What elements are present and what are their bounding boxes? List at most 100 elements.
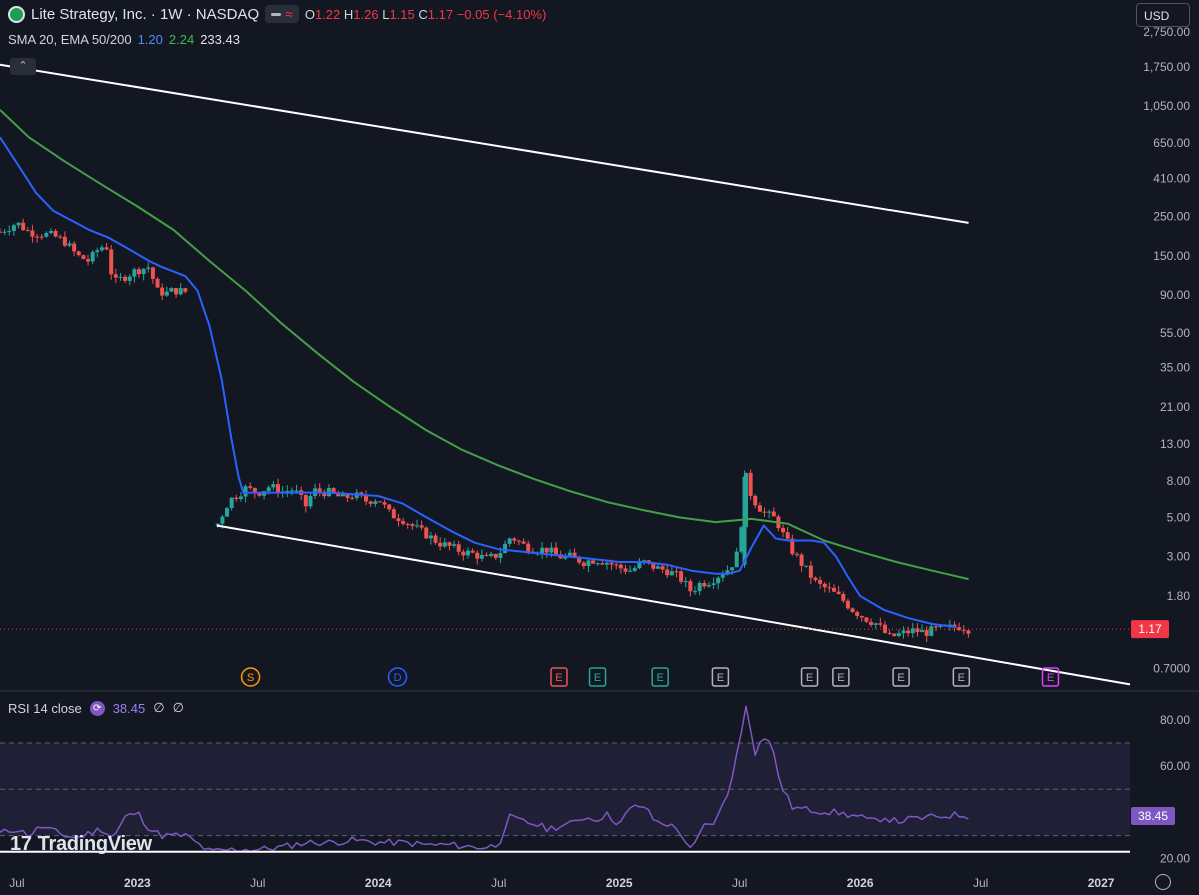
candle-body: [799, 554, 804, 566]
candle-body: [484, 554, 489, 556]
compare-toggle[interactable]: ≈: [265, 5, 299, 23]
candle-body: [479, 554, 484, 559]
candle-body: [628, 570, 633, 572]
candle-body: [808, 565, 813, 578]
price-axis-tick: 250.00: [1153, 210, 1190, 224]
candle-body: [7, 230, 12, 232]
refresh-icon[interactable]: ⟳: [89, 700, 105, 716]
rsi-extra-2: ∅: [172, 700, 184, 715]
candle-body: [35, 236, 40, 238]
event-marker-label: E: [555, 672, 562, 684]
candle-body: [127, 276, 132, 281]
candle-body: [229, 497, 234, 509]
candle-body: [456, 544, 461, 552]
candle-body: [174, 288, 179, 295]
event-marker-label: E: [1047, 672, 1054, 684]
dash-icon: [271, 12, 282, 16]
currency-selector[interactable]: USD: [1136, 3, 1190, 27]
candle-body: [827, 587, 832, 589]
candle-body: [489, 553, 494, 556]
event-marker-label: E: [897, 672, 904, 684]
price-axis-tick: 1,750.00: [1143, 60, 1190, 74]
candle-body: [845, 600, 850, 609]
candle-body: [892, 633, 897, 637]
candle-body: [86, 259, 91, 262]
low-value: 1.15: [389, 6, 415, 22]
settings-gear-icon[interactable]: [1155, 874, 1171, 890]
price-axis-tick: 13.00: [1160, 437, 1190, 451]
high-key: H: [343, 6, 354, 22]
candle-body: [266, 487, 271, 492]
candle-body: [512, 538, 517, 541]
time-axis-tick: Jul: [973, 876, 988, 890]
candle-body: [832, 587, 837, 592]
price-axis-tick: 1,050.00: [1143, 99, 1190, 113]
candle-body: [164, 291, 169, 296]
candle-body: [317, 488, 322, 492]
candle-body: [549, 547, 554, 553]
ema50-value: 2.24: [168, 32, 195, 47]
candle-body: [225, 508, 230, 517]
candle-body: [123, 276, 128, 281]
candle-body: [878, 623, 883, 625]
candle-body: [526, 543, 531, 552]
candle-body: [39, 236, 44, 238]
event-marker-label: E: [594, 672, 601, 684]
indicator-label: SMA 20, EMA 50/200: [8, 32, 132, 47]
candle-body: [303, 494, 308, 507]
collapse-legend-button[interactable]: ⌃: [10, 58, 36, 75]
candle-body: [933, 626, 938, 628]
ohlc-values: O1.22 H1.26 L1.15 C1.17 −0.05 (−4.10%): [305, 7, 547, 22]
candle-body: [11, 225, 16, 231]
high-value: 1.26: [353, 6, 379, 22]
candle-body: [697, 583, 702, 592]
candle-body: [308, 495, 313, 507]
candle-body: [81, 255, 86, 260]
candle-body: [742, 476, 747, 565]
candle-body: [674, 571, 679, 573]
candle-body: [544, 547, 549, 553]
candle-body: [475, 552, 480, 559]
candle-body: [146, 267, 151, 269]
time-axis-tick: Jul: [9, 876, 24, 890]
price-chart[interactable]: 2,750.001,750.001,050.00650.00410.00250.…: [0, 0, 1199, 895]
price-axis-tick: 0.7000: [1153, 662, 1190, 676]
candle-body: [137, 269, 142, 275]
candle-body: [600, 563, 605, 565]
rsi-legend[interactable]: RSI 14 close ⟳ 38.45 ∅ ∅: [8, 700, 184, 716]
candle-body: [382, 502, 387, 505]
indicator-legend[interactable]: SMA 20, EMA 50/200 1.20 2.24 233.43: [8, 32, 240, 47]
candle-body: [679, 571, 684, 582]
tradingview-logo[interactable]: 17 TradingView: [10, 833, 152, 856]
event-marker-label: E: [837, 672, 844, 684]
candle-body: [716, 577, 721, 584]
candle-body: [734, 551, 739, 568]
event-marker-label: E: [656, 672, 663, 684]
candle-body: [48, 230, 53, 233]
candle-body: [243, 486, 248, 497]
candle-body: [53, 230, 58, 237]
event-marker-label: E: [806, 672, 813, 684]
candle-body: [521, 541, 526, 544]
close-key: C: [418, 6, 428, 22]
candle-body: [30, 230, 35, 237]
candle-body: [95, 250, 100, 253]
event-marker-label: D: [394, 672, 402, 684]
candle-body: [873, 623, 878, 625]
wave-icon: ≈: [285, 6, 293, 22]
time-axis-tick: Jul: [250, 876, 265, 890]
candle-body: [864, 617, 869, 622]
candle-body: [688, 581, 693, 592]
price-axis-tick: 650.00: [1153, 136, 1190, 150]
candle-body: [966, 630, 971, 634]
candle-body: [150, 267, 155, 279]
candle-body: [248, 486, 253, 488]
price-axis-tick: 1.80: [1167, 589, 1191, 603]
symbol-title[interactable]: Lite Strategy, Inc. · 1W · NASDAQ: [31, 6, 259, 23]
candle-body: [373, 501, 378, 504]
event-marker-label: E: [958, 672, 965, 684]
candle-body: [16, 222, 21, 226]
candle-body: [364, 495, 369, 502]
candle-body: [836, 591, 841, 594]
candle-body: [706, 584, 711, 587]
